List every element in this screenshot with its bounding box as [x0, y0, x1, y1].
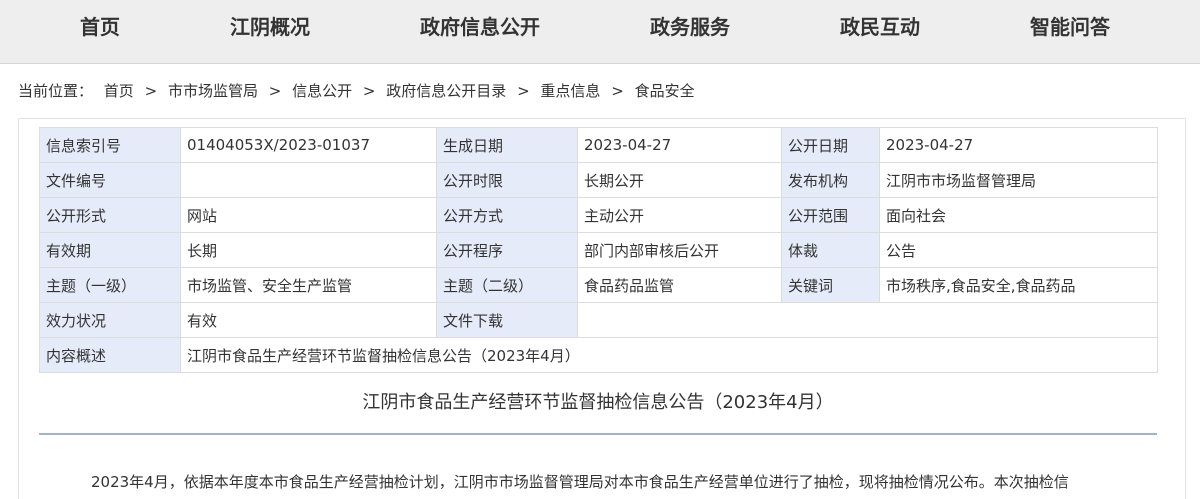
breadcrumb-item-market-bureau[interactable]: 市市场监管局 [168, 82, 258, 100]
table-row: 公开形式 网站 公开方式 主动公开 公开范围 面向社会 [39, 197, 1158, 233]
breadcrumb-item-key-info[interactable]: 重点信息 [540, 82, 600, 100]
breadcrumb-separator: > [144, 82, 158, 100]
disclosure-period-value: 长期公开 [577, 162, 782, 198]
topic-level2-value: 食品药品监管 [577, 267, 782, 303]
breadcrumb-item-food-safety[interactable]: 食品安全 [635, 82, 695, 100]
table-row: 文件编号 公开时限 长期公开 发布机构 江阴市市场监督管理局 [39, 162, 1158, 198]
keywords-label: 关键词 [781, 267, 880, 303]
breadcrumb-prefix: 当前位置： [18, 82, 94, 100]
validity-label: 有效期 [39, 232, 181, 268]
breadcrumb-separator: > [268, 82, 282, 100]
title-divider [39, 433, 1157, 435]
article-title: 江阴市食品生产经营环节监督抽检信息公告（2023年4月） [362, 392, 834, 413]
table-row: 信息索引号 01404053X/2023-01037 生成日期 2023-04-… [39, 127, 1158, 163]
disclosure-form-value: 网站 [180, 197, 437, 233]
breadcrumb-item-disclosure-catalog[interactable]: 政府信息公开目录 [386, 82, 506, 100]
top-navigation: 首页 江阴概况 政府信息公开 政务服务 政民互动 智能问答 [0, 0, 1200, 64]
nav-item-public-interaction[interactable]: 政民互动 [830, 12, 930, 42]
disclosure-method-label: 公开方式 [436, 197, 578, 233]
summary-label: 内容概述 [39, 337, 181, 373]
validity-status-label: 效力状况 [39, 302, 181, 338]
nav-item-gov-info-disclosure[interactable]: 政府信息公开 [410, 12, 550, 42]
file-download-value [577, 302, 1158, 338]
created-date-value: 2023-04-27 [577, 127, 782, 163]
created-date-label: 生成日期 [436, 127, 578, 163]
nav-item-smart-qa[interactable]: 智能问答 [1020, 12, 1120, 42]
genre-value: 公告 [879, 232, 1158, 268]
nav-item-gov-services[interactable]: 政务服务 [640, 12, 740, 42]
article-body-paragraph: 2023年4月，依据本年度本市食品生产经营抽检计划，江阴市市场监督管理局对本市食… [91, 473, 1069, 491]
disclosure-scope-label: 公开范围 [781, 197, 880, 233]
nav-item-jiangyin-overview[interactable]: 江阴概况 [220, 12, 320, 42]
breadcrumb-separator: > [362, 82, 376, 100]
index-no-label: 信息索引号 [39, 127, 181, 163]
breadcrumb: 当前位置： 首页 > 市市场监管局 > 信息公开 > 政府信息公开目录 > 重点… [18, 80, 695, 102]
validity-value: 长期 [180, 232, 437, 268]
summary-value: 江阴市食品生产经营环节监督抽检信息公告（2023年4月） [180, 337, 1158, 373]
breadcrumb-item-info-disclosure[interactable]: 信息公开 [292, 82, 352, 100]
table-row: 有效期 长期 公开程序 部门内部审核后公开 体裁 公告 [39, 232, 1158, 268]
validity-status-value: 有效 [180, 302, 437, 338]
breadcrumb-item-home[interactable]: 首页 [104, 82, 134, 100]
disclosure-period-label: 公开时限 [436, 162, 578, 198]
disclosure-method-value: 主动公开 [577, 197, 782, 233]
info-metadata-table: 信息索引号 01404053X/2023-01037 生成日期 2023-04-… [39, 127, 1158, 373]
doc-no-label: 文件编号 [39, 162, 181, 198]
topic-level1-value: 市场监管、安全生产监管 [180, 267, 437, 303]
published-date-label: 公开日期 [781, 127, 880, 163]
index-no-value: 01404053X/2023-01037 [180, 127, 437, 163]
topic-level2-label: 主题（二级） [436, 267, 578, 303]
breadcrumb-separator: > [611, 82, 624, 100]
breadcrumb-separator: > [517, 82, 530, 100]
issuer-value: 江阴市市场监督管理局 [879, 162, 1158, 198]
issuer-label: 发布机构 [781, 162, 880, 198]
table-row: 效力状况 有效 文件下载 [39, 302, 1158, 338]
procedure-value: 部门内部审核后公开 [577, 232, 782, 268]
genre-label: 体裁 [781, 232, 880, 268]
topic-level1-label: 主题（一级） [39, 267, 181, 303]
keywords-value: 市场秩序,食品安全,食品药品 [879, 267, 1158, 303]
published-date-value: 2023-04-27 [879, 127, 1158, 163]
disclosure-scope-value: 面向社会 [879, 197, 1158, 233]
table-row: 内容概述 江阴市食品生产经营环节监督抽检信息公告（2023年4月） [39, 337, 1158, 373]
table-row: 主题（一级） 市场监管、安全生产监管 主题（二级） 食品药品监管 关键词 市场秩… [39, 267, 1158, 303]
nav-item-home[interactable]: 首页 [70, 12, 130, 42]
file-download-label: 文件下载 [436, 302, 578, 338]
procedure-label: 公开程序 [436, 232, 578, 268]
disclosure-form-label: 公开形式 [39, 197, 181, 233]
doc-no-value [180, 162, 437, 198]
